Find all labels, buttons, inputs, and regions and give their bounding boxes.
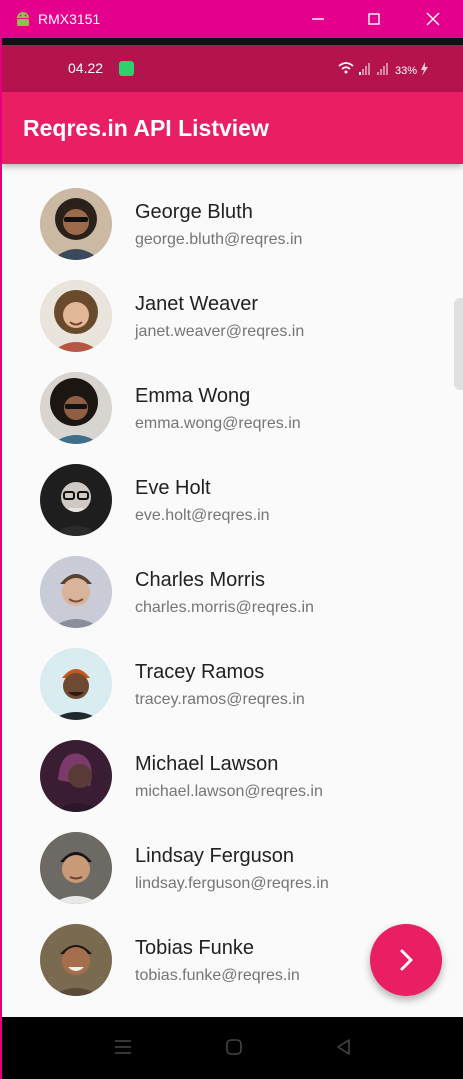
next-page-button[interactable] [370, 924, 442, 996]
list-item[interactable]: Janet Weaver janet.weaver@reqres.in [2, 280, 463, 372]
avatar [40, 740, 112, 812]
wifi-icon [338, 62, 354, 74]
avatar [40, 924, 112, 996]
avatar [40, 556, 112, 628]
sim-icon [119, 61, 134, 76]
user-email: tobias.funke@reqres.in [135, 967, 300, 984]
user-email: charles.morris@reqres.in [135, 599, 314, 616]
close-icon[interactable] [420, 6, 446, 32]
user-name: Eve Holt [135, 477, 211, 499]
signal-icon-1 [359, 63, 370, 75]
avatar [40, 832, 112, 904]
home-icon[interactable] [223, 1036, 245, 1058]
phone-screen: 04.22 33% Reqres.in API Listview George … [2, 38, 463, 1079]
user-name: George Bluth [135, 201, 253, 223]
user-list[interactable]: George Bluth george.bluth@reqres.in Jane… [2, 188, 463, 1018]
app-bar: Reqres.in API Listview [2, 92, 463, 164]
status-time: 04.22 [68, 60, 104, 76]
window-title: RMX3151 [38, 11, 101, 27]
chevron-right-icon [400, 949, 413, 971]
signal-icon-2 [377, 63, 388, 75]
list-item[interactable]: George Bluth george.bluth@reqres.in [2, 188, 463, 280]
list-item[interactable]: Tracey Ramos tracey.ramos@reqres.in [2, 648, 463, 740]
avatar [40, 280, 112, 352]
user-name: Emma Wong [135, 385, 251, 407]
screen-top-border [2, 38, 463, 45]
edge-panel-handle[interactable] [454, 298, 463, 390]
status-bar: 04.22 33% [2, 45, 463, 92]
list-item[interactable]: Emma Wong emma.wong@reqres.in [2, 372, 463, 464]
menu-icon[interactable] [112, 1036, 134, 1058]
charging-icon [421, 62, 428, 76]
user-name: Tobias Funke [135, 937, 254, 959]
user-email: emma.wong@reqres.in [135, 415, 301, 432]
avatar [40, 372, 112, 444]
user-email: tracey.ramos@reqres.in [135, 691, 305, 708]
system-nav-bar [2, 1017, 463, 1079]
list-item[interactable]: Charles Morris charles.morris@reqres.in [2, 556, 463, 648]
user-email: eve.holt@reqres.in [135, 507, 270, 524]
user-email: michael.lawson@reqres.in [135, 783, 323, 800]
page-title: Reqres.in API Listview [23, 115, 269, 141]
user-name: Michael Lawson [135, 753, 279, 775]
user-email: george.bluth@reqres.in [135, 231, 303, 248]
android-icon [17, 12, 29, 26]
back-icon[interactable] [333, 1036, 355, 1058]
list-item[interactable]: Lindsay Ferguson lindsay.ferguson@reqres… [2, 832, 463, 924]
svg-text:33%: 33% [395, 65, 417, 77]
user-email: janet.weaver@reqres.in [135, 323, 305, 340]
avatar [40, 648, 112, 720]
maximize-icon[interactable] [361, 6, 387, 32]
user-name: Tracey Ramos [135, 661, 265, 683]
user-name: Janet Weaver [135, 293, 259, 315]
avatar [40, 464, 112, 536]
user-email: lindsay.ferguson@reqres.in [135, 875, 329, 892]
user-name: Charles Morris [135, 569, 266, 591]
minimize-icon[interactable] [305, 6, 331, 32]
list-item[interactable]: Michael Lawson michael.lawson@reqres.in [2, 740, 463, 832]
avatar [40, 188, 112, 260]
list-item[interactable]: Eve Holt eve.holt@reqres.in [2, 464, 463, 556]
window-title-bar: RMX3151 [0, 0, 463, 38]
status-icons: 33% [338, 62, 428, 77]
user-name: Lindsay Ferguson [135, 845, 294, 867]
